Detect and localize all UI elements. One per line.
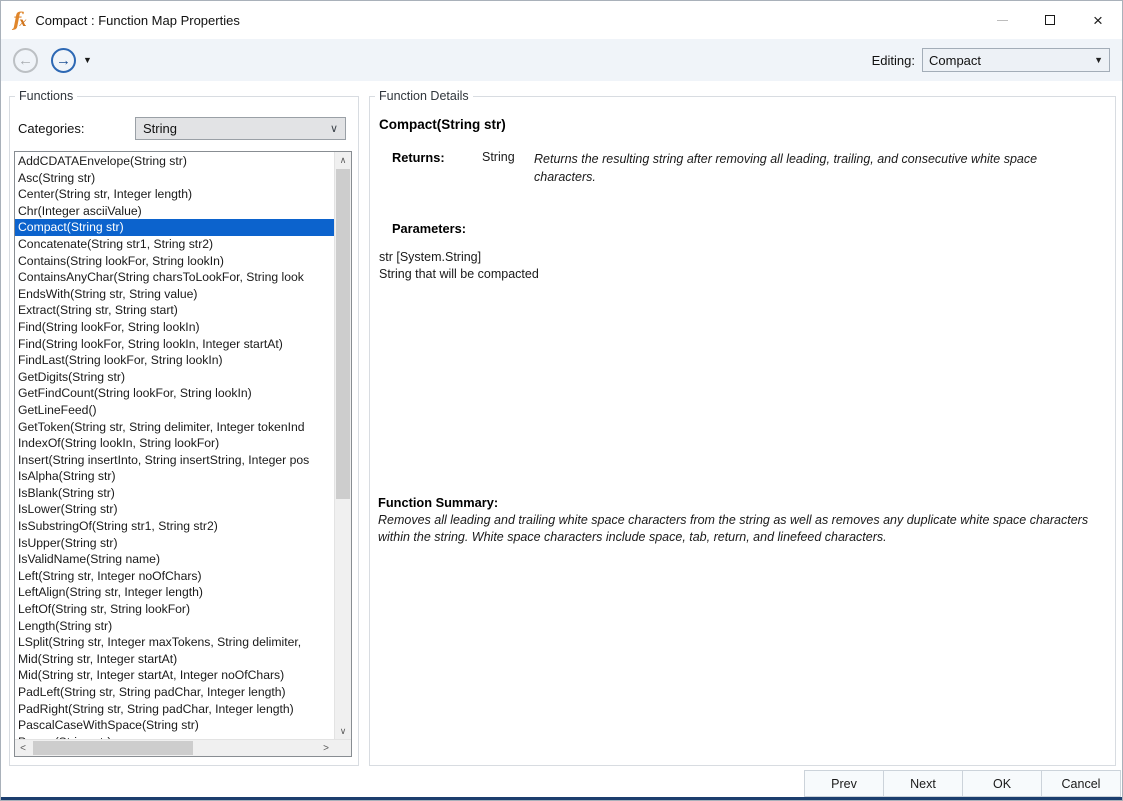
title-bar: fx Compact : Function Map Properties × xyxy=(1,1,1122,39)
footer-button-row: Prev Next OK Cancel xyxy=(805,770,1121,797)
scroll-down-icon[interactable]: ∨ xyxy=(335,723,351,739)
vertical-scrollbar-thumb[interactable] xyxy=(336,169,350,499)
list-item[interactable]: EndsWith(String str, String value) xyxy=(15,286,334,303)
returns-row: Returns: String Returns the resulting st… xyxy=(392,150,1115,186)
fx-icon: fx xyxy=(13,11,26,30)
list-item[interactable]: IsSubstringOf(String str1, String str2) xyxy=(15,518,334,535)
categories-combobox[interactable]: String ∨ xyxy=(135,117,346,140)
forward-dropdown-caret-icon[interactable]: ▼ xyxy=(83,55,92,65)
categories-label: Categories: xyxy=(18,121,84,136)
list-item[interactable]: Center(String str, Integer length) xyxy=(15,186,334,203)
chevron-down-icon: ∨ xyxy=(330,122,338,135)
back-button[interactable]: ← xyxy=(13,48,38,73)
returns-label: Returns: xyxy=(392,150,482,186)
editing-label: Editing: xyxy=(872,53,915,68)
function-summary-text: Removes all leading and trailing white s… xyxy=(378,512,1090,545)
function-signature: Compact(String str) xyxy=(379,117,1115,132)
parameter-block: str [System.String] String that will be … xyxy=(379,249,1115,282)
minimize-icon xyxy=(997,20,1008,21)
vertical-scrollbar[interactable]: ∧ ∨ xyxy=(334,152,351,739)
parameter-name: str [System.String] xyxy=(379,249,1115,265)
function-details-group: Function Details Compact(String str) Ret… xyxy=(369,89,1116,766)
back-arrow-icon: ← xyxy=(18,53,33,68)
function-summary-label: Function Summary: xyxy=(378,495,1087,510)
list-item[interactable]: IsAlpha(String str) xyxy=(15,468,334,485)
scroll-left-icon[interactable]: < xyxy=(15,740,31,756)
list-item[interactable]: IsValidName(String name) xyxy=(15,551,334,568)
close-button[interactable]: × xyxy=(1074,1,1122,39)
list-item[interactable]: Asc(String str) xyxy=(15,170,334,187)
list-item[interactable]: PadLeft(String str, String padChar, Inte… xyxy=(15,684,334,701)
list-item[interactable]: PascalCaseWithSpace(String str) xyxy=(15,717,334,734)
list-item[interactable]: AddCDATAEnvelope(String str) xyxy=(15,153,334,170)
function-summary: Function Summary: Removes all leading an… xyxy=(378,495,1087,545)
cancel-button[interactable]: Cancel xyxy=(1041,770,1121,797)
list-item[interactable]: Extract(String str, String start) xyxy=(15,302,334,319)
editing-combobox[interactable]: Compact ▼ xyxy=(922,48,1110,72)
list-item[interactable]: Find(String lookFor, String lookIn) xyxy=(15,319,334,336)
window-title: Compact : Function Map Properties xyxy=(35,13,239,28)
scroll-right-icon[interactable]: > xyxy=(318,740,334,756)
list-item[interactable]: PadRight(String str, String padChar, Int… xyxy=(15,701,334,718)
next-button[interactable]: Next xyxy=(883,770,963,797)
list-item[interactable]: GetLineFeed() xyxy=(15,402,334,419)
list-item[interactable]: IsUpper(String str) xyxy=(15,535,334,552)
list-item[interactable]: GetDigits(String str) xyxy=(15,369,334,386)
list-item[interactable]: Chr(Integer asciiValue) xyxy=(15,203,334,220)
categories-combobox-value: String xyxy=(143,121,177,136)
list-item[interactable]: Mid(String str, Integer startAt, Integer… xyxy=(15,667,334,684)
list-item[interactable]: Left(String str, Integer noOfChars) xyxy=(15,568,334,585)
ok-button[interactable]: OK xyxy=(962,770,1042,797)
close-icon: × xyxy=(1093,12,1103,29)
list-item[interactable]: GetFindCount(String lookFor, String look… xyxy=(15,385,334,402)
maximize-icon xyxy=(1045,15,1055,25)
function-listbox: AddCDATAEnvelope(String str)Asc(String s… xyxy=(14,151,352,757)
list-item[interactable]: IndexOf(String lookIn, String lookFor) xyxy=(15,435,334,452)
forward-button[interactable]: → xyxy=(51,48,76,73)
horizontal-scrollbar-thumb[interactable] xyxy=(33,741,193,755)
parameters-label: Parameters: xyxy=(392,221,1115,236)
returns-type: String xyxy=(482,150,534,186)
maximize-button[interactable] xyxy=(1026,1,1074,39)
minimize-button[interactable] xyxy=(978,1,1026,39)
parameter-description: String that will be compacted xyxy=(379,266,1115,282)
list-item[interactable]: Mid(String str, Integer startAt) xyxy=(15,651,334,668)
list-item[interactable]: Concatenate(String str1, String str2) xyxy=(15,236,334,253)
window-bottom-border xyxy=(1,797,1122,800)
function-details-group-label: Function Details xyxy=(375,89,473,103)
returns-description: Returns the resulting string after remov… xyxy=(534,150,1086,186)
prev-button[interactable]: Prev xyxy=(804,770,884,797)
list-item[interactable]: ContainsAnyChar(String charsToLookFor, S… xyxy=(15,269,334,286)
dropdown-arrow-icon: ▼ xyxy=(1094,55,1103,65)
function-list: AddCDATAEnvelope(String str)Asc(String s… xyxy=(15,153,334,739)
list-item[interactable]: Contains(String lookFor, String lookIn) xyxy=(15,253,334,270)
editing-combobox-value: Compact xyxy=(929,53,981,68)
list-item[interactable]: Find(String lookFor, String lookIn, Inte… xyxy=(15,336,334,353)
forward-arrow-icon: → xyxy=(56,53,71,68)
list-item[interactable]: IsLower(String str) xyxy=(15,501,334,518)
scroll-up-icon[interactable]: ∧ xyxy=(335,152,351,168)
functions-group-label: Functions xyxy=(15,89,77,103)
list-item[interactable]: Length(String str) xyxy=(15,618,334,635)
list-item[interactable]: LSplit(String str, Integer maxTokens, St… xyxy=(15,634,334,651)
toolbar: ← → ▼ Editing: Compact ▼ xyxy=(1,39,1122,81)
horizontal-scrollbar[interactable]: < > xyxy=(15,739,351,756)
list-item[interactable]: FindLast(String lookFor, String lookIn) xyxy=(15,352,334,369)
functions-group: Functions Categories: String ∨ AddCDATAE… xyxy=(9,89,359,766)
function-map-properties-window: fx Compact : Function Map Properties × ←… xyxy=(0,0,1123,801)
list-item[interactable]: IsBlank(String str) xyxy=(15,485,334,502)
list-item[interactable]: LeftOf(String str, String lookFor) xyxy=(15,601,334,618)
list-item[interactable]: LeftAlign(String str, Integer length) xyxy=(15,584,334,601)
list-item[interactable]: Insert(String insertInto, String insertS… xyxy=(15,452,334,469)
list-item[interactable]: Compact(String str) xyxy=(15,219,334,236)
list-item[interactable]: GetToken(String str, String delimiter, I… xyxy=(15,419,334,436)
